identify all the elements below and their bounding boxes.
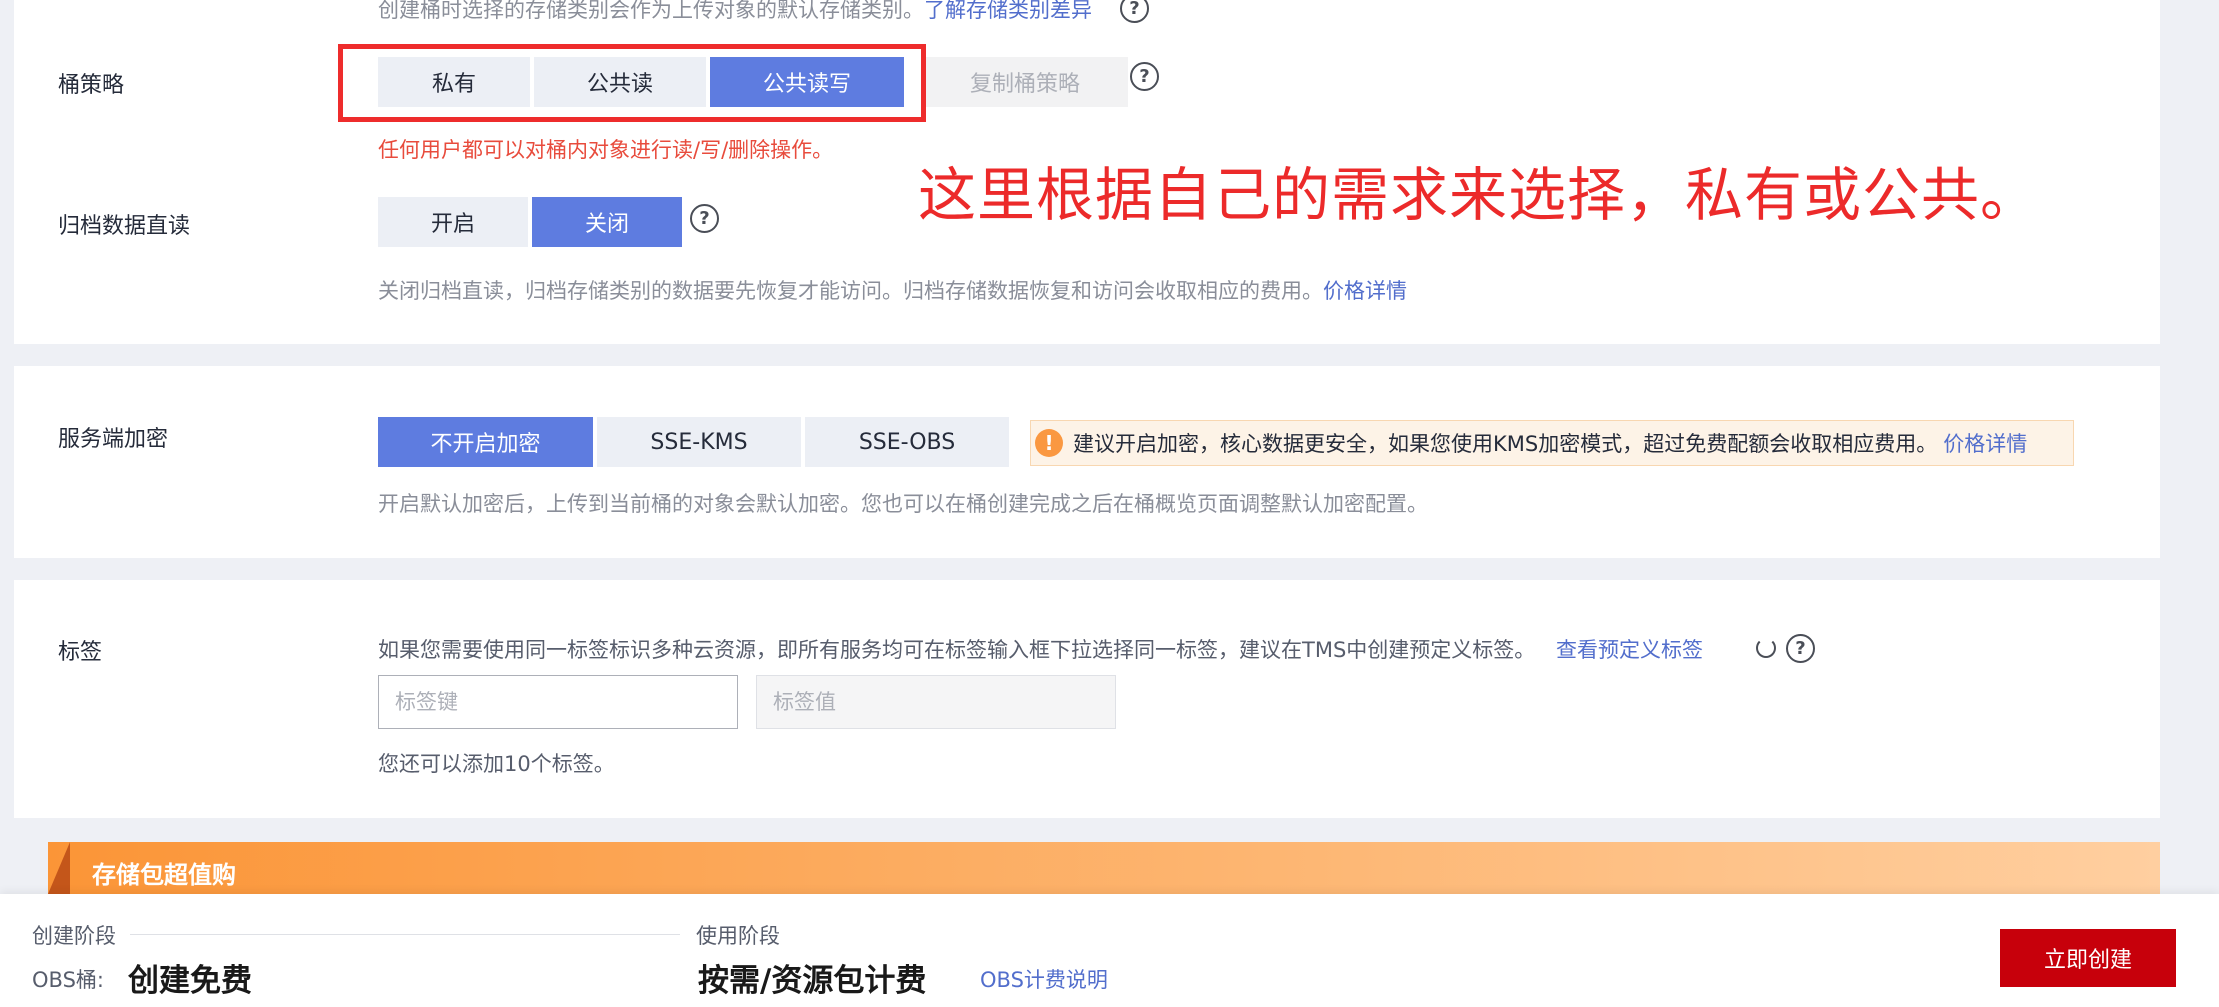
create-price: 创建免费 bbox=[128, 963, 252, 999]
tag-value-input[interactable] bbox=[756, 675, 1116, 729]
archive-read-desc: 关闭归档直读，归档存储类别的数据要先恢复才能访问。归档存储数据恢复和访问会收取相… bbox=[378, 275, 1407, 305]
create-stage-title: 创建阶段 bbox=[32, 924, 116, 948]
use-stage-title: 使用阶段 bbox=[696, 924, 780, 948]
encryption-sse-kms-option[interactable]: SSE-KMS bbox=[597, 417, 801, 467]
archive-price-link[interactable]: 价格详情 bbox=[1323, 279, 1407, 303]
tag-key-input[interactable] bbox=[378, 675, 738, 729]
obs-bucket-label: OBS桶: bbox=[32, 968, 104, 992]
archive-read-desc-text: 关闭归档直读，归档存储类别的数据要先恢复才能访问。归档存储数据恢复和访问会收取相… bbox=[378, 279, 1323, 303]
encryption-price-link[interactable]: 价格详情 bbox=[1943, 428, 2027, 458]
storage-package-banner[interactable] bbox=[48, 842, 2160, 894]
encryption-desc: 开启默认加密后，上传到当前桶的对象会默认加密。您也可以在桶创建完成之后在桶概览页… bbox=[378, 492, 1428, 516]
tags-remaining: 您还可以添加10个标签。 bbox=[378, 752, 615, 776]
footer-bar bbox=[0, 894, 2219, 1007]
archive-read-off-option[interactable]: 关闭 bbox=[532, 197, 682, 247]
bucket-policy-help-icon[interactable]: ? bbox=[1130, 62, 1159, 91]
encryption-notice-text: 建议开启加密，核心数据更安全，如果您使用KMS加密模式，超过免费配额会收取相应费… bbox=[1073, 432, 1938, 456]
archive-read-on-option[interactable]: 开启 bbox=[378, 197, 528, 247]
copy-bucket-policy-button[interactable]: 复制桶策略 bbox=[922, 57, 1128, 107]
create-stage-divider bbox=[130, 934, 680, 935]
view-predefined-tags-link[interactable]: 查看预定义标签 bbox=[1556, 638, 1703, 662]
archive-read-label: 归档数据直读 bbox=[58, 214, 191, 239]
tags-label: 标签 bbox=[58, 640, 103, 665]
encryption-label: 服务端加密 bbox=[58, 427, 169, 452]
bucket-policy-label: 桶策略 bbox=[58, 73, 125, 98]
tags-desc: 如果您需要使用同一标签标识多种云资源，即所有服务均可在标签输入框下拉选择同一标签… bbox=[378, 634, 1703, 664]
refresh-icon[interactable] bbox=[1756, 638, 1776, 658]
annotation-callout: 这里根据自己的需求来选择，私有或公共。 bbox=[918, 161, 2040, 229]
encryption-sse-obs-option[interactable]: SSE-OBS bbox=[805, 417, 1009, 467]
tags-desc-text: 如果您需要使用同一标签标识多种云资源，即所有服务均可在标签输入框下拉选择同一标签… bbox=[378, 638, 1536, 662]
use-price: 按需/资源包计费 bbox=[698, 963, 927, 999]
banner-title: 存储包超值购 bbox=[92, 861, 236, 889]
annotation-highlight-box bbox=[338, 44, 926, 122]
archive-read-help-icon[interactable]: ? bbox=[690, 204, 719, 233]
storage-class-diff-link[interactable]: 了解存储类别差异 bbox=[924, 0, 1092, 22]
encryption-selector: 不开启加密 SSE-KMS SSE-OBS bbox=[378, 417, 1009, 467]
create-now-button[interactable]: 立即创建 bbox=[2000, 929, 2176, 987]
obs-billing-link[interactable]: OBS计费说明 bbox=[980, 964, 1108, 994]
encryption-notice: ! 建议开启加密，核心数据更安全，如果您使用KMS加密模式，超过免费配额会收取相… bbox=[1030, 420, 2074, 466]
storage-class-hint-text: 创建桶时选择的存储类别会作为上传对象的默认存储类别。 bbox=[378, 0, 924, 22]
storage-class-hint: 创建桶时选择的存储类别会作为上传对象的默认存储类别。了解存储类别差异 bbox=[378, 0, 1092, 24]
warning-icon: ! bbox=[1035, 429, 1063, 457]
encryption-none-option[interactable]: 不开启加密 bbox=[378, 417, 593, 467]
tags-help-icon[interactable]: ? bbox=[1786, 634, 1815, 663]
archive-read-selector: 开启 关闭 bbox=[378, 197, 682, 247]
bucket-policy-warning: 任何用户都可以对桶内对象进行读/写/删除操作。 bbox=[378, 138, 834, 162]
